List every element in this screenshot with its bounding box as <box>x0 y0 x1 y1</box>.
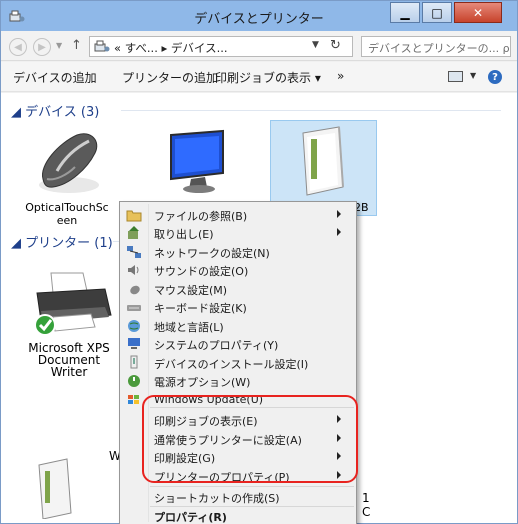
menu-item-label: プロパティ(R) <box>154 511 227 524</box>
menu-item-eject[interactable]: 取り出し(E) <box>120 223 356 243</box>
menu-item-label: マウス設定(M) <box>154 284 228 297</box>
back-arrow-icon: ◀ <box>14 41 22 53</box>
menu-item-label: 取り出し(E) <box>154 228 214 241</box>
navigation-bar: ◀ ▶ ▼ ↑ « すべ... ▸ デバイス... ▼ ↻ デバイスとプリンター… <box>1 31 517 61</box>
close-button[interactable]: ✕ <box>454 2 502 23</box>
address-dropdown-icon[interactable]: ▼ <box>312 40 319 50</box>
minimize-button[interactable]: ▁ <box>390 2 420 23</box>
group-divider <box>121 110 501 111</box>
menu-item-label: キーボード設定(K) <box>154 302 247 315</box>
menu-item-label: サウンドの設定(O) <box>154 265 249 278</box>
printer-label: Writer <box>50 365 88 379</box>
folder-icon <box>126 210 142 222</box>
globe-icon <box>128 320 140 332</box>
menu-item-keyboard-settings[interactable]: キーボード設定(K) <box>120 297 356 317</box>
menu-item-device-install-settings[interactable]: デバイスのインストール設定(I) <box>120 353 356 373</box>
hidden-label-fragment: C <box>362 505 371 519</box>
menu-item-system-properties[interactable]: システムのプロパティ(Y) <box>120 334 356 354</box>
menu-item-label: 地域と言語(L) <box>154 321 224 334</box>
network-icon <box>127 246 141 258</box>
menu-item-label: ショートカットの作成(S) <box>154 492 280 505</box>
menu-item-label: ネットワークの設定(N) <box>154 247 270 260</box>
view-dropdown-icon[interactable]: ▼ <box>470 71 476 80</box>
devices-and-printers-window: デバイスとプリンター ▁ □ ✕ ◀ ▶ ▼ ↑ « すべ... ▸ デバイス.… <box>0 0 518 524</box>
device-label: een <box>56 214 78 227</box>
up-arrow-icon: ↑ <box>71 38 82 53</box>
add-printer-button[interactable]: プリンターの追加 <box>122 69 218 86</box>
search-box[interactable]: デバイスとプリンターの... ρ <box>361 36 511 57</box>
external-drive-icon <box>302 126 344 196</box>
device-install-icon <box>130 355 138 369</box>
monitor-icon <box>170 129 224 193</box>
keyboard-icon <box>127 305 141 311</box>
menu-item-properties[interactable]: プロパティ(R) <box>120 506 356 524</box>
forward-button[interactable]: ▶ <box>33 38 51 56</box>
close-icon: ✕ <box>472 5 484 20</box>
menu-item-browse-files[interactable]: ファイルの参照(B) <box>120 205 356 225</box>
menu-item-label: システムのプロパティ(Y) <box>154 339 279 352</box>
menu-item-label: ファイルの参照(B) <box>154 210 248 223</box>
menu-item-label: 電源オプション(W) <box>154 376 251 389</box>
help-icon[interactable]: ? <box>488 70 502 84</box>
refresh-icon[interactable]: ↻ <box>330 38 341 53</box>
eject-icon <box>128 226 139 239</box>
menu-item-mouse-settings[interactable]: マウス設定(M) <box>120 279 356 299</box>
minimize-icon: ▁ <box>400 5 410 20</box>
address-breadcrumb[interactable]: « すべ... ▸ デバイス... <box>114 40 228 56</box>
speaker-icon <box>128 265 139 275</box>
address-bar[interactable]: « すべ... ▸ デバイス... ▼ ↻ <box>89 36 353 57</box>
maximize-icon: □ <box>431 5 443 20</box>
menu-item-network-settings[interactable]: ネットワークの設定(N) <box>120 242 356 262</box>
menu-item-region-language[interactable]: 地域と言語(L) <box>120 316 356 336</box>
more-commands-button[interactable]: » <box>337 69 344 83</box>
external-drive-icon <box>38 458 72 519</box>
mouse-icon <box>130 285 140 295</box>
group-header-printers[interactable]: ◢ プリンター (1) <box>11 232 113 251</box>
annotation-highlight <box>142 395 358 483</box>
maximize-button[interactable]: □ <box>422 2 452 23</box>
title-bar[interactable]: デバイスとプリンター ▁ □ ✕ <box>1 1 517 31</box>
up-button[interactable]: ↑ <box>71 38 82 53</box>
view-print-jobs-button[interactable]: 印刷ジョブの表示 ▾ <box>215 69 321 86</box>
add-device-button[interactable]: デバイスの追加 <box>13 69 97 86</box>
computer-icon <box>128 338 140 349</box>
power-icon <box>128 375 140 387</box>
menu-item-power-options[interactable]: 電源オプション(W) <box>120 371 356 391</box>
submenu-arrow-icon <box>337 228 341 236</box>
windows-update-icon <box>128 395 139 404</box>
devices-printers-icon <box>94 40 110 52</box>
printer-icon <box>34 272 112 336</box>
mouse-icon <box>39 133 99 193</box>
menu-item-create-shortcut[interactable]: ショートカットの作成(S) <box>120 487 356 507</box>
hidden-label-fragment: 1 <box>362 491 370 505</box>
back-button[interactable]: ◀ <box>9 38 27 56</box>
group-header-devices[interactable]: ◢ デバイス (3) <box>11 101 99 120</box>
recent-locations-dropdown[interactable]: ▼ <box>56 41 62 50</box>
forward-arrow-icon: ▶ <box>38 41 46 53</box>
command-bar: デバイスの追加 プリンターの追加 印刷ジョブの表示 ▾ » ▼ ? <box>1 62 517 92</box>
menu-item-sound-settings[interactable]: サウンドの設定(O) <box>120 260 356 280</box>
search-input[interactable]: デバイスとプリンターの... ρ <box>368 40 510 56</box>
device-label: OpticalTouchSc <box>25 201 109 214</box>
submenu-arrow-icon <box>337 210 341 218</box>
change-view-icon[interactable] <box>448 71 463 82</box>
menu-item-label: デバイスのインストール設定(I) <box>154 358 309 371</box>
